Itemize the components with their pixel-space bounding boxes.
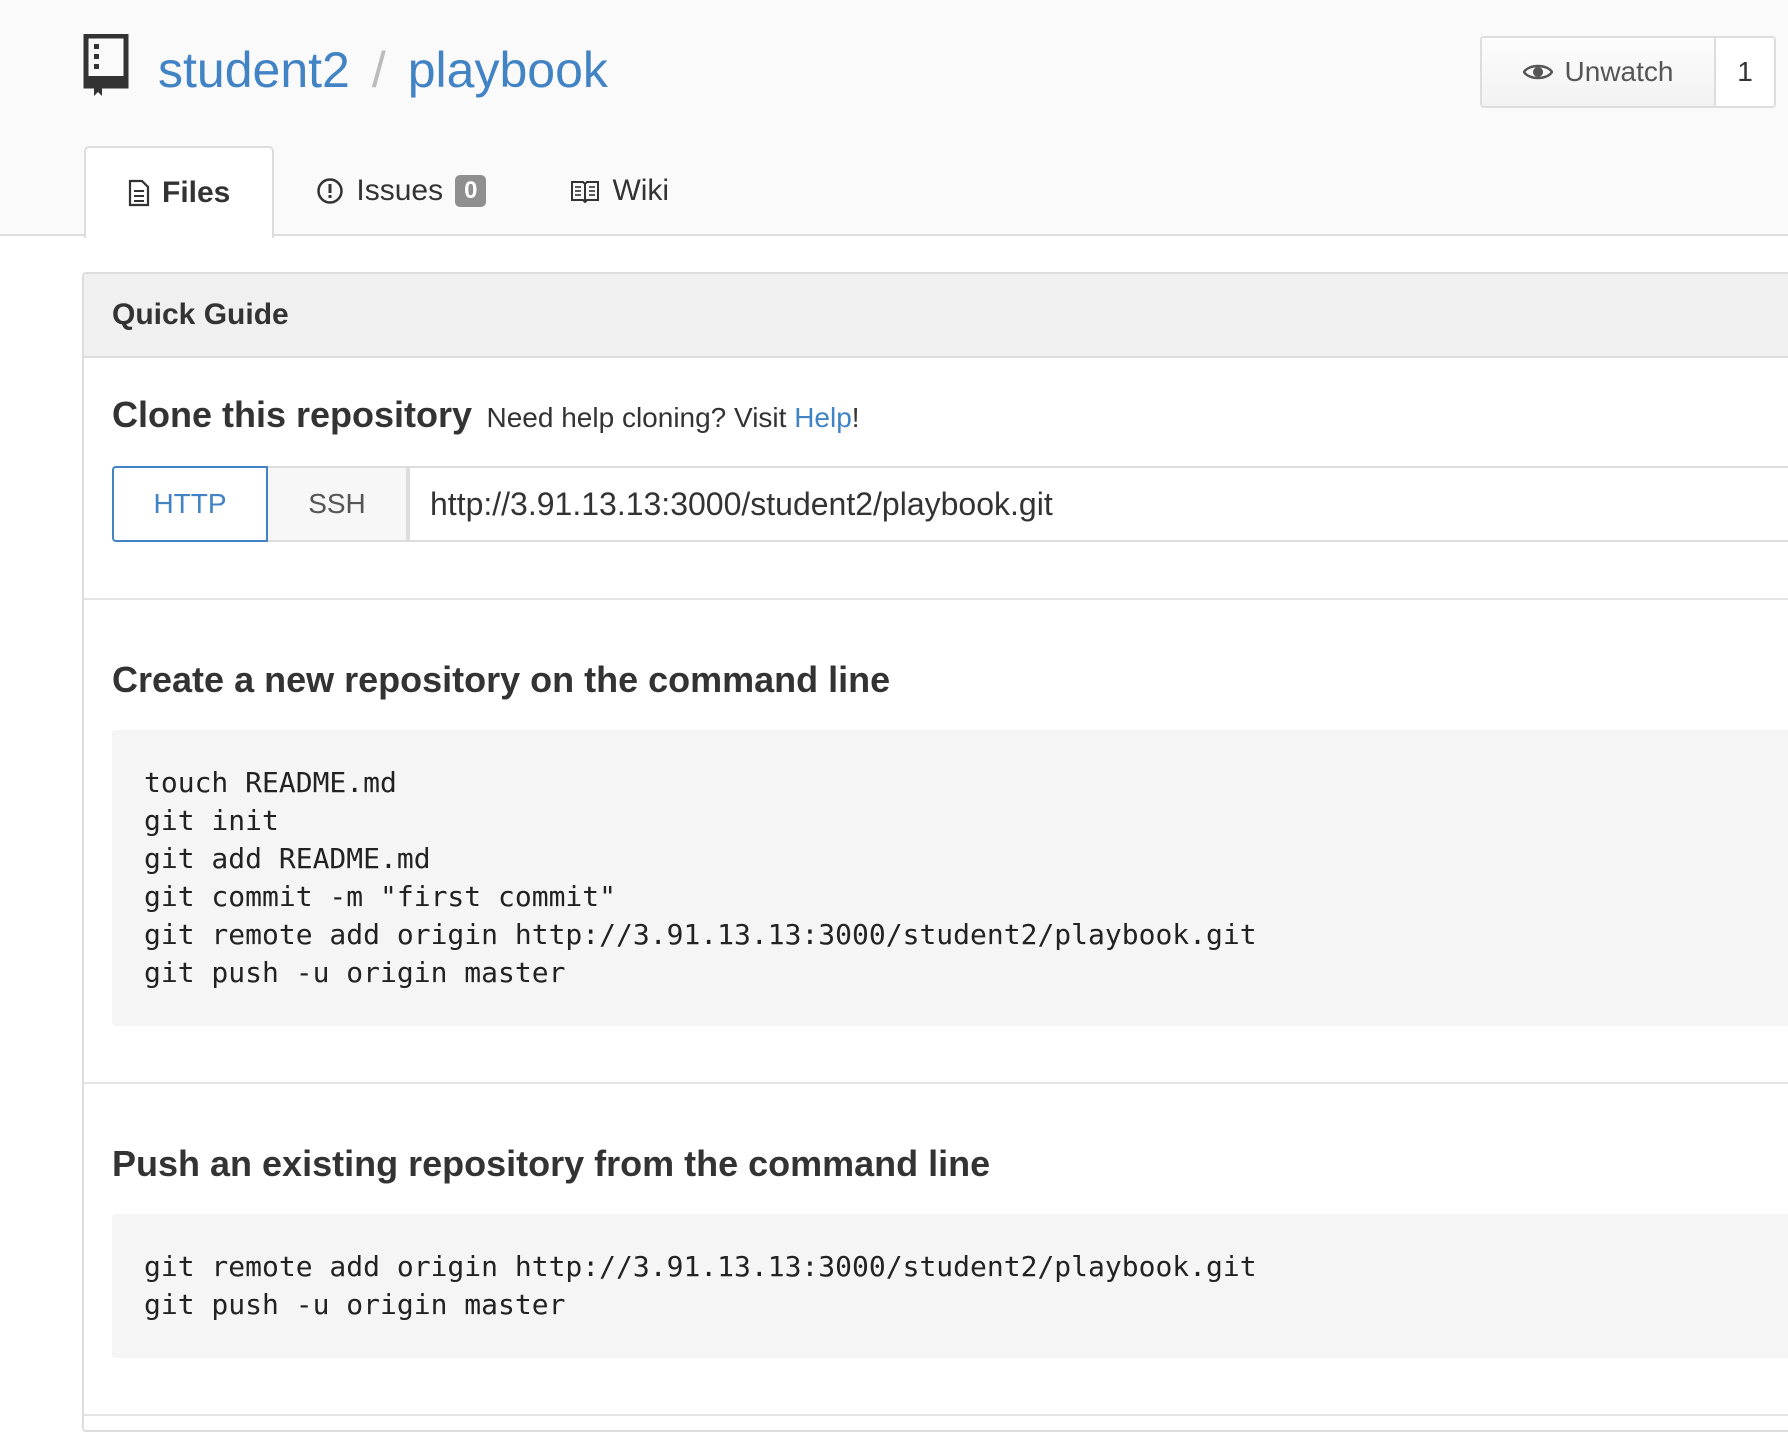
help-link[interactable]: Help [794,402,852,433]
file-text-icon [128,179,150,207]
repo-owner-link[interactable]: student2 [158,42,350,98]
repo-title-separator: / [371,42,386,98]
tab-wiki[interactable]: Wiki [528,146,711,236]
clone-heading: Clone this repository [112,394,473,435]
existing-repo-code-block[interactable]: git remote add origin http://3.91.13.13:… [112,1214,1788,1358]
quick-guide-panel: Quick Guide Clone this repository Need h… [82,272,1788,1432]
watch-button-group: Unwatch 1 [1480,36,1776,108]
clone-help-text: Need help cloning? Visit Help! [487,402,860,433]
clone-section: Clone this repository Need help cloning?… [84,358,1788,600]
repo-name-link[interactable]: playbook [408,42,608,98]
repo-book-icon [83,34,129,96]
clone-url-field[interactable]: http://3.91.13.13:3000/student2/playbook… [408,466,1788,542]
existing-repo-heading: Push an existing repository from the com… [112,1143,991,1184]
new-repo-section: Create a new repository on the command l… [84,600,1788,1084]
watchers-count[interactable]: 1 [1716,38,1774,106]
tab-issues[interactable]: Issues 0 [274,146,528,236]
tab-files[interactable]: Files [84,146,275,238]
repo-tabs: Files Issues 0 Wiki [84,146,711,238]
http-protocol-button[interactable]: HTTP [112,466,268,542]
clone-help-prefix: Need help cloning? Visit [486,402,787,433]
eye-icon [1522,64,1553,80]
issue-opened-icon [317,178,344,204]
clone-title: Clone this repository Need help cloning?… [112,394,860,436]
book-icon [571,181,600,203]
issues-count-badge: 0 [455,175,487,207]
tab-files-label: Files [162,176,231,209]
unwatch-label: Unwatch [1564,56,1674,87]
clone-help-suffix: ! [851,402,860,433]
repo-header: student2 / playbook Unwatch 1 Files Issues… [0,0,1788,238]
quick-guide-header: Quick Guide [84,274,1788,358]
tab-wiki-label: Wiki [612,174,670,207]
existing-repo-section: Push an existing repository from the com… [84,1084,1788,1416]
repo-title: student2 / playbook [158,40,608,100]
new-repo-code-block[interactable]: touch README.md git init git add README.… [112,730,1788,1026]
new-repo-heading: Create a new repository on the command l… [112,659,891,700]
unwatch-button[interactable]: Unwatch [1482,38,1716,106]
clone-url-bar: HTTP SSH http://3.91.13.13:3000/student2… [112,466,1788,542]
ssh-protocol-button[interactable]: SSH [268,466,408,542]
tab-issues-label: Issues [356,174,444,207]
